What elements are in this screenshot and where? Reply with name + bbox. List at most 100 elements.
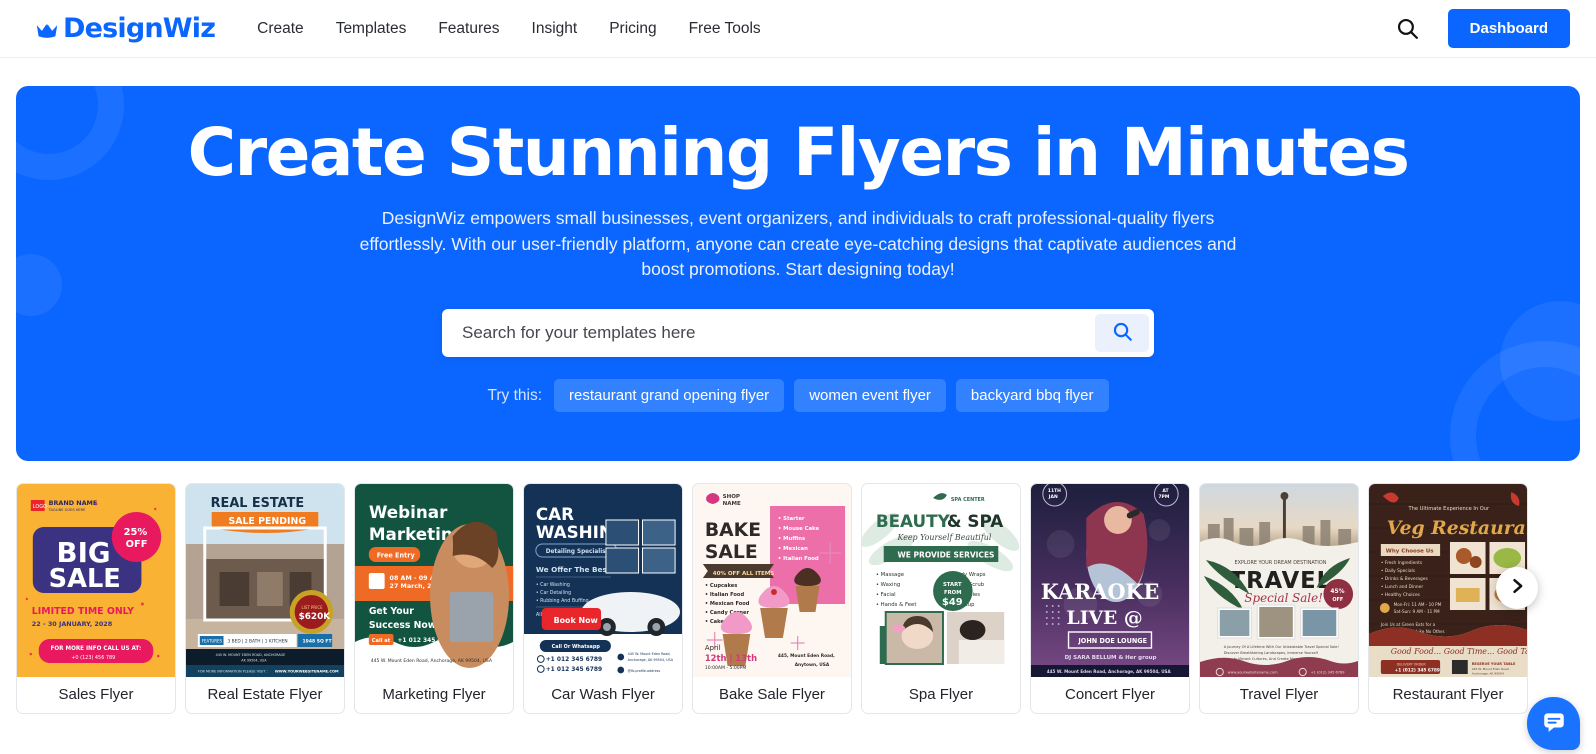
svg-text:+1 (012) 345 6789: +1 (012) 345 6789: [1311, 670, 1346, 674]
nav-item-templates[interactable]: Templates: [336, 20, 407, 38]
search-icon[interactable]: [1395, 16, 1420, 41]
svg-text:Good Food... Good Time... Good: Good Food... Good Time... Good Taste...!…: [1391, 647, 1527, 656]
template-thumbnail: Webinar Marketing Free Entry 08 AM - 09 …: [355, 484, 513, 677]
template-card-label: Sales Flyer: [58, 686, 134, 703]
svg-text:Sat-Sun: 9 AM - 11 PM: Sat-Sun: 9 AM - 11 PM: [1394, 609, 1440, 614]
svg-text:• Car Washing: • Car Washing: [536, 582, 570, 588]
header-actions: Dashboard: [1395, 9, 1570, 48]
svg-text:+0 (123) 456 789: +0 (123) 456 789: [71, 655, 115, 661]
chevron-right-icon: [1507, 576, 1527, 601]
try-this-label: Try this:: [487, 386, 543, 404]
svg-text:Special Sale!: Special Sale!: [1244, 591, 1322, 605]
svg-text:AK 99504, USA: AK 99504, USA: [241, 658, 267, 662]
svg-text:BRAND NAME: BRAND NAME: [49, 499, 98, 507]
svg-text:BEAUTY: BEAUTY: [876, 511, 951, 531]
svg-text:Book Now: Book Now: [554, 616, 599, 625]
template-card-label: Bake Sale Flyer: [719, 686, 825, 703]
nav-item-create[interactable]: Create: [257, 20, 304, 38]
svg-text:OFF: OFF: [1332, 597, 1343, 603]
svg-text:10:00AM - 5:00PM: 10:00AM - 5:00PM: [705, 665, 746, 671]
svg-text:DELIVERY ORDER: DELIVERY ORDER: [1397, 662, 1427, 666]
svg-text:• Muffins: • Muffins: [778, 536, 805, 542]
suggestion-chip-restaurant[interactable]: restaurant grand opening flyer: [554, 379, 785, 413]
template-card-travel-flyer[interactable]: EXPLORE YOUR DREAM DESTINATION TRAVEL Sp…: [1199, 483, 1359, 714]
svg-text:A Journey Of A Lifetime With O: A Journey Of A Lifetime With Our Unbeata…: [1224, 645, 1339, 649]
logo[interactable]: DesignWiz: [34, 13, 216, 44]
template-card-marketing-flyer[interactable]: Webinar Marketing Free Entry 08 AM - 09 …: [354, 483, 514, 714]
svg-text:$49: $49: [942, 597, 963, 608]
svg-text:• Daily Specials: • Daily Specials: [1381, 568, 1416, 574]
hero-subtitle: DesignWiz empowers small businesses, eve…: [359, 208, 1237, 280]
suggestion-chip-backyard-bbq[interactable]: backyard bbq flyer: [955, 379, 1109, 413]
svg-text:FEATURES: FEATURES: [202, 639, 223, 644]
suggestion-chip-women-event[interactable]: women event flyer: [794, 379, 946, 413]
template-card-label: Spa Flyer: [908, 686, 974, 703]
svg-text:www.yourwebsitename.com: www.yourwebsitename.com: [1228, 670, 1278, 674]
template-card-concert-flyer[interactable]: 11TH JAN AT 7PM KARAOKE LIVE @ JOHN DOE …: [1030, 483, 1190, 714]
template-card-real-estate-flyer[interactable]: REAL ESTATE SALE PENDING LIST PRICE $620…: [185, 483, 345, 714]
svg-text:• Cupcakes: • Cupcakes: [705, 583, 737, 589]
svg-text:445 W. Mount Eden Road, Anchor: 445 W. Mount Eden Road, Anchorage, AK 99…: [1047, 669, 1172, 674]
template-card-label: Travel Flyer: [1239, 686, 1319, 703]
template-card-label: Marketing Flyer: [382, 686, 486, 703]
svg-text:• Hands & Feet: • Hands & Feet: [876, 602, 917, 608]
template-card-label: Car Wash Flyer: [551, 686, 655, 703]
svg-text:• Facial: • Facial: [876, 592, 896, 598]
dashboard-button[interactable]: Dashboard: [1447, 9, 1570, 48]
svg-text:The Ultimate Experience In Our: The Ultimate Experience In Our: [1408, 506, 1491, 512]
search-input[interactable]: [442, 309, 1095, 358]
chat-widget-button[interactable]: [1527, 697, 1580, 750]
svg-text:FOR MORE INFO CALL US AT:: FOR MORE INFO CALL US AT:: [51, 646, 142, 652]
svg-text:Success Now: Success Now: [369, 620, 437, 631]
hero-banner: Create Stunning Flyers in Minutes Design…: [16, 86, 1580, 461]
carousel-next-button[interactable]: [1496, 567, 1538, 609]
template-card-bake-sale-flyer[interactable]: SHOP NAME BAKE SALE 40% OFF ALL ITEMS • …: [692, 483, 852, 714]
svg-text:• Italian Food: • Italian Food: [778, 556, 819, 562]
svg-text:• Mouse Cake: • Mouse Cake: [778, 526, 820, 532]
nav-item-insight[interactable]: Insight: [532, 20, 578, 38]
svg-text:• Italian Food: • Italian Food: [705, 592, 745, 598]
decorative-ring-2: [1450, 341, 1580, 461]
svg-text:AT: AT: [1162, 488, 1169, 494]
svg-text:WE PROVIDE SERVICES: WE PROVIDE SERVICES: [898, 550, 995, 559]
svg-text:3 BED | 2 BATH | 1 KITCHEN: 3 BED | 2 BATH | 1 KITCHEN: [227, 639, 287, 645]
template-card-spa-flyer[interactable]: SPA CENTER BEAUTY & SPA Keep Yourself Be…: [861, 483, 1021, 714]
svg-text:LIMITED TIME ONLY: LIMITED TIME ONLY: [32, 606, 134, 617]
svg-text:• Mexican Food: • Mexican Food: [705, 601, 750, 607]
template-card-car-wash-flyer[interactable]: CAR WASHING Detailing Specialist We Offe…: [523, 483, 683, 714]
template-card-sales-flyer[interactable]: LOGO BRAND NAME TAGLINE GOES HERE BIG SA…: [16, 483, 176, 714]
svg-text:Free Entry: Free Entry: [377, 551, 416, 559]
svg-text:REAL ESTATE: REAL ESTATE: [211, 496, 304, 511]
svg-text:+1 012 345 6789: +1 012 345 6789: [546, 666, 602, 673]
suggestions-row: Try this: restaurant grand opening flyer…: [487, 379, 1109, 413]
svg-text:Join Us at Green Eats for a: Join Us at Green Eats for a: [1380, 622, 1436, 627]
svg-text:LOGO: LOGO: [33, 504, 47, 510]
svg-text:445 W. Mount Eden Road,: 445 W. Mount Eden Road,: [628, 652, 671, 656]
search-submit-button[interactable]: [1095, 314, 1149, 353]
svg-text:Anchorage, AK 99504, USA: Anchorage, AK 99504, USA: [628, 658, 674, 662]
svg-text:$620K: $620K: [299, 612, 332, 622]
svg-text:40% OFF ALL ITEMS: 40% OFF ALL ITEMS: [713, 571, 775, 577]
svg-text:SALE PENDING: SALE PENDING: [228, 516, 306, 527]
svg-text:• Healthy Choices: • Healthy Choices: [1381, 592, 1421, 598]
svg-text:KARAOKE: KARAOKE: [1041, 579, 1159, 604]
main-navigation: Create Templates Features Insight Pricin…: [257, 20, 761, 38]
svg-text:Discover Breathtaking Landscap: Discover Breathtaking Landscapes, Immers…: [1224, 651, 1319, 655]
svg-text:SHOP: SHOP: [723, 494, 740, 500]
svg-text:TAGLINE GOES HERE: TAGLINE GOES HERE: [48, 508, 86, 512]
nav-item-features[interactable]: Features: [438, 20, 499, 38]
decorative-circle-left: [16, 254, 62, 316]
svg-text:Get Your: Get Your: [369, 606, 414, 617]
svg-text:• Waxing: • Waxing: [876, 582, 900, 588]
svg-text:445 W. MOUNT EDEN ROAD, ANCHOR: 445 W. MOUNT EDEN ROAD, ANCHORAGE: [216, 653, 286, 657]
svg-text:Veg Restaurant: Veg Restaurant: [1387, 517, 1527, 539]
svg-text:WWW.YOURWEBSITENAME.COM: WWW.YOURWEBSITENAME.COM: [275, 669, 339, 673]
nav-item-pricing[interactable]: Pricing: [609, 20, 656, 38]
svg-text:DJ SARA BELLUM & Her group: DJ SARA BELLUM & Her group: [1065, 655, 1157, 661]
svg-text:LIST PRICE: LIST PRICE: [302, 605, 324, 610]
svg-text:EXPLORE YOUR DREAM DESTINATION: EXPLORE YOUR DREAM DESTINATION: [1235, 560, 1327, 566]
svg-text:@fb.profile.address: @fb.profile.address: [628, 669, 661, 673]
svg-text:Mon-Fri: 11 AM - 10 PM: Mon-Fri: 11 AM - 10 PM: [1394, 602, 1442, 607]
svg-text:Why Choose Us: Why Choose Us: [1386, 548, 1434, 554]
nav-item-free-tools[interactable]: Free Tools: [689, 20, 761, 38]
